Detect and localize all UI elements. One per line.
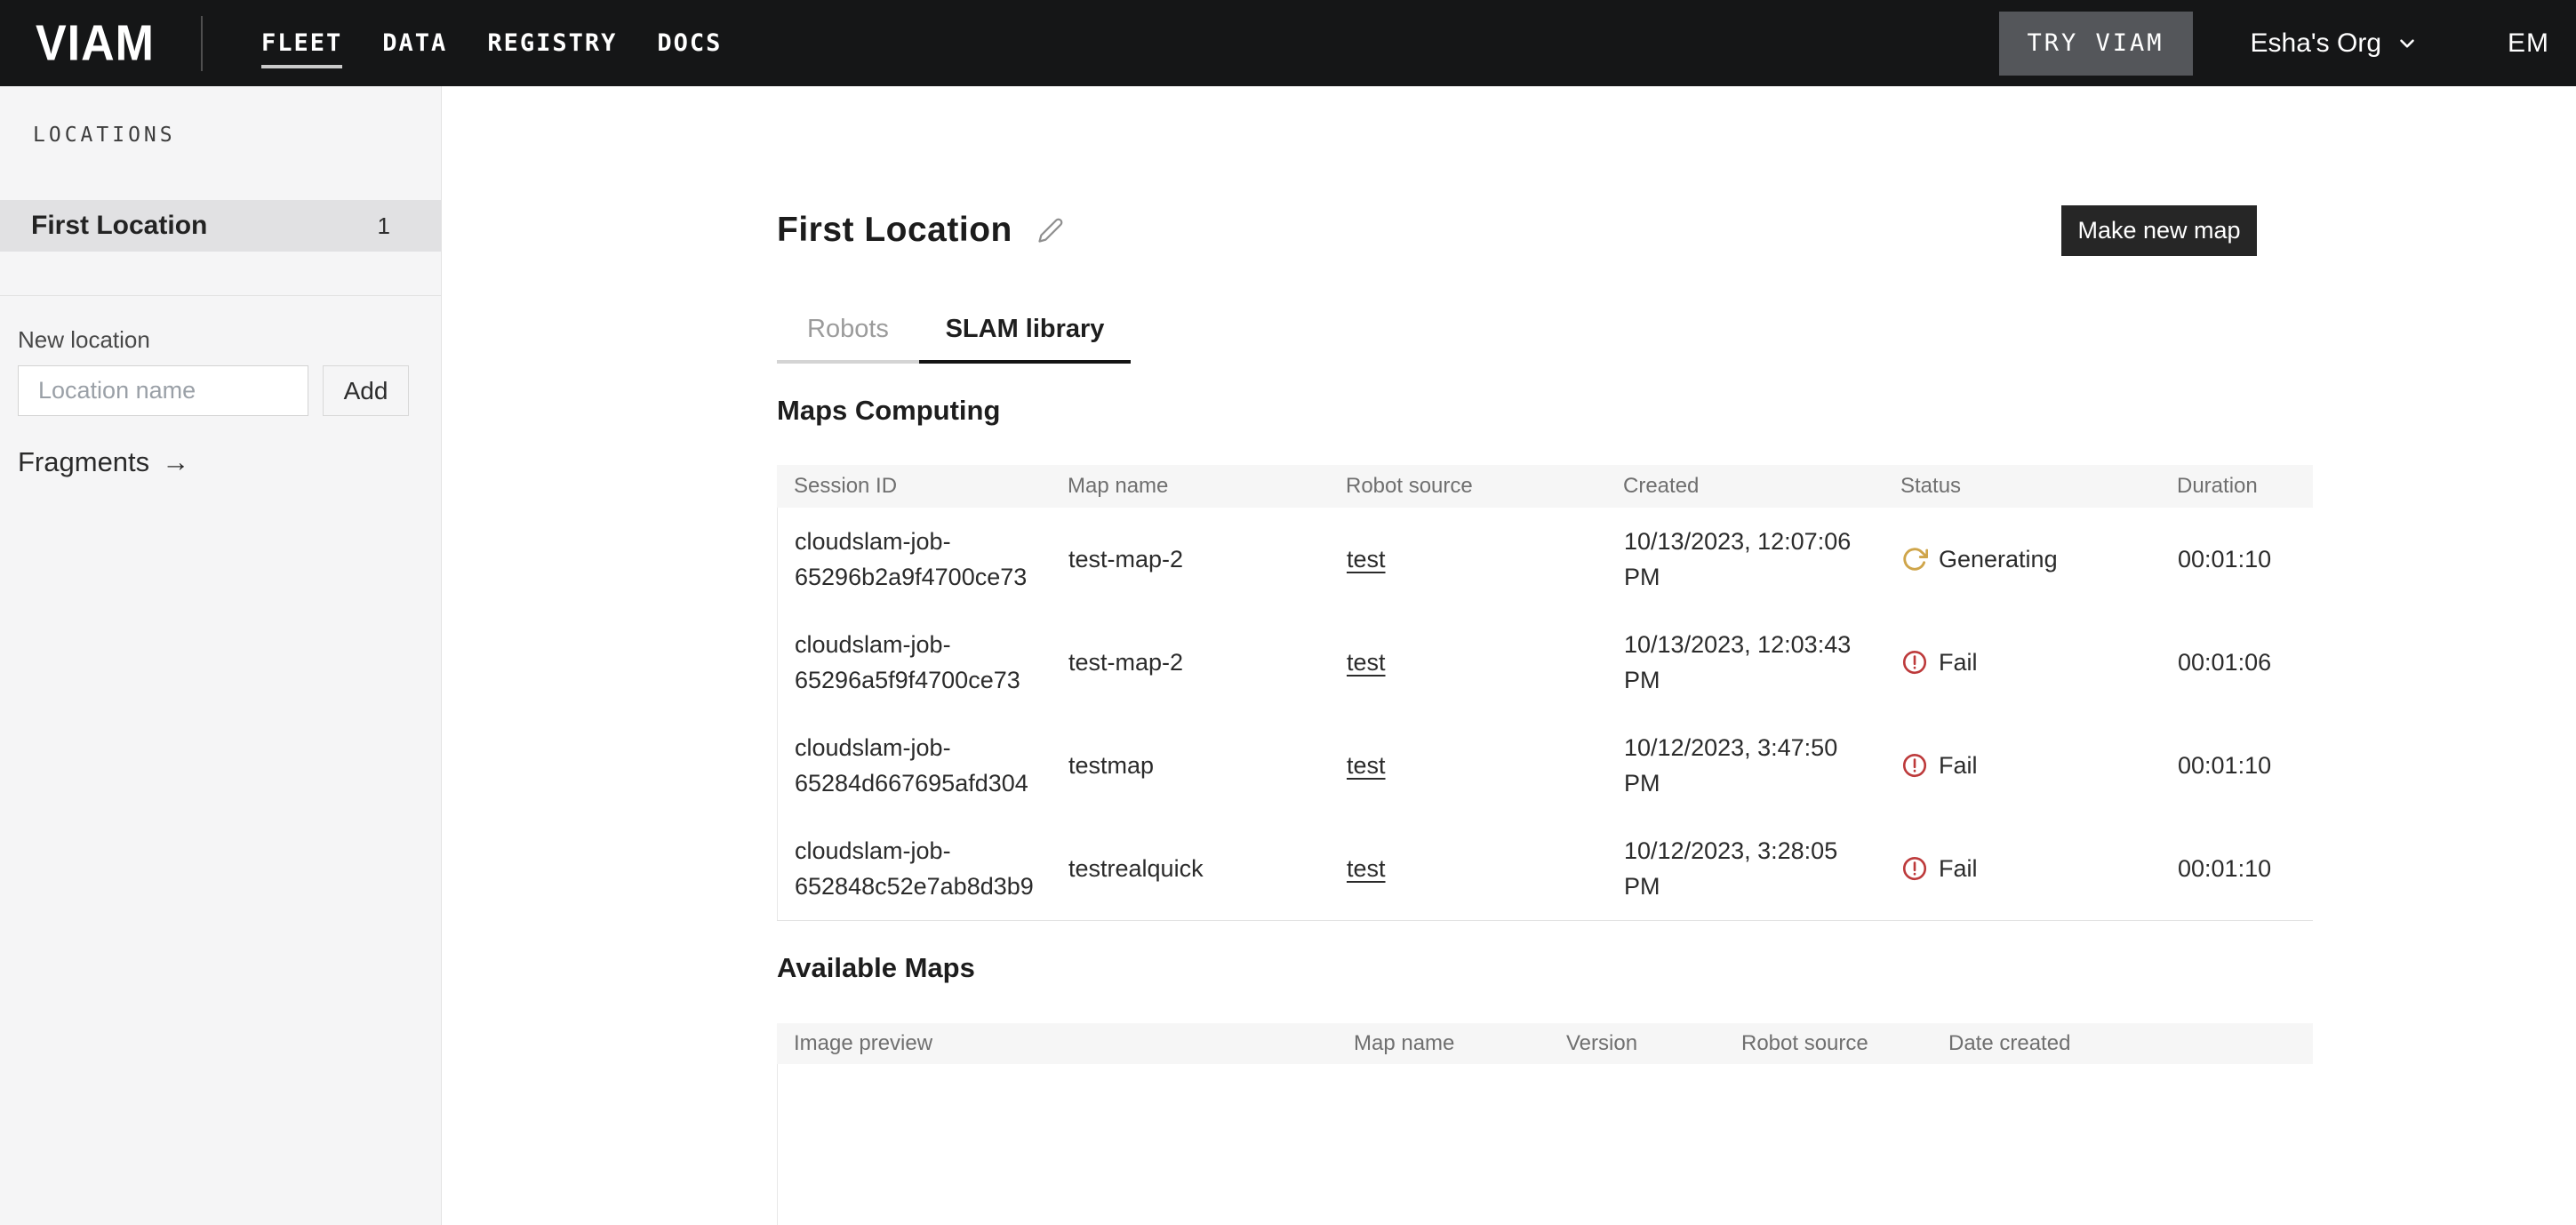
- nav-item-registry[interactable]: REGISTRY: [487, 0, 617, 86]
- status-cell: Fail: [1884, 752, 2161, 780]
- status-label: Fail: [1939, 752, 1978, 780]
- robot-source-link[interactable]: test: [1347, 855, 1386, 882]
- robot-source-cell: test: [1330, 752, 1607, 780]
- tab-slam-library[interactable]: SLAM library: [919, 315, 1131, 364]
- status-label: Generating: [1939, 546, 2058, 573]
- main-area: First Location Make new map Robots SLAM …: [442, 86, 2576, 1225]
- session-id-cell: cloudslam-job- 65296b2a9f4700ce73: [778, 524, 1052, 595]
- map-name-cell: test-map-2: [1052, 649, 1330, 677]
- fragments-label: Fragments: [18, 446, 149, 478]
- new-location-input[interactable]: [18, 365, 308, 416]
- robot-source-link[interactable]: test: [1347, 546, 1386, 572]
- primary-nav: FLEET DATA REGISTRY DOCS: [261, 0, 722, 86]
- org-switcher[interactable]: Esha's Org: [2251, 28, 2419, 59]
- topbar-right: TRY VIAM Esha's Org EM: [1999, 12, 2563, 76]
- add-location-button[interactable]: Add: [323, 365, 409, 416]
- available-maps-heading: Available Maps: [777, 952, 2313, 984]
- available-maps-table-body: [777, 1064, 2313, 1225]
- robot-source-cell: test: [1330, 855, 1607, 883]
- robot-source-link[interactable]: test: [1347, 649, 1386, 676]
- fragments-link[interactable]: Fragments →: [18, 446, 189, 478]
- col-duration: Duration: [2160, 474, 2313, 499]
- col-image-preview: Image preview: [777, 1031, 1337, 1056]
- status-cell: Fail: [1884, 649, 2161, 677]
- col-map-name: Map name: [1051, 474, 1329, 499]
- maps-computing-table-header: Session ID Map name Robot source Created…: [777, 465, 2313, 508]
- location-robot-count: 1: [378, 212, 390, 240]
- map-name-cell: testrealquick: [1052, 855, 1330, 883]
- map-name-cell: testmap: [1052, 752, 1330, 780]
- col-session-id: Session ID: [777, 474, 1051, 499]
- table-row: cloudslam-job- 65296b2a9f4700ce73 test-m…: [778, 508, 2313, 611]
- tab-robots[interactable]: Robots: [777, 315, 919, 364]
- table-row: cloudslam-job- 652848c52e7ab8d3b9 testre…: [778, 817, 2313, 920]
- robot-source-link[interactable]: test: [1347, 752, 1386, 779]
- sidebar-item-first-location[interactable]: First Location 1: [0, 200, 441, 252]
- app-body: LOCATIONS First Location 1 New location …: [0, 86, 2576, 1225]
- page-title: First Location: [777, 211, 1012, 250]
- duration-cell: 00:01:10: [2161, 546, 2314, 573]
- created-cell: 10/12/2023, 3:28:05 PM: [1607, 833, 1884, 904]
- try-viam-button[interactable]: TRY VIAM: [1999, 12, 2193, 76]
- location-name: First Location: [31, 211, 207, 241]
- session-id-cell: cloudslam-job- 652848c52e7ab8d3b9: [778, 833, 1052, 904]
- topbar: VIAM FLEET DATA REGISTRY DOCS TRY VIAM E…: [0, 0, 2576, 86]
- table-row: cloudslam-job- 65284d667695afd304 testma…: [778, 714, 2313, 817]
- generating-refresh-icon: [1901, 546, 1928, 572]
- tab-bar: Robots SLAM library: [777, 315, 2313, 364]
- nav-item-data[interactable]: DATA: [382, 0, 447, 86]
- fail-alert-icon: [1901, 855, 1928, 882]
- page-header: First Location Make new map: [777, 203, 2313, 258]
- viam-logo[interactable]: VIAM: [36, 18, 155, 68]
- col-version: Version: [1549, 1031, 1724, 1056]
- fail-alert-icon: [1901, 752, 1928, 779]
- org-name: Esha's Org: [2251, 28, 2381, 59]
- robot-source-cell: test: [1330, 546, 1607, 573]
- status-cell: Generating: [1884, 546, 2161, 573]
- available-maps-table-header: Image preview Map name Version Robot sou…: [777, 1023, 2313, 1064]
- created-cell: 10/13/2023, 12:07:06 PM: [1607, 524, 1884, 595]
- status-cell: Fail: [1884, 855, 2161, 883]
- user-avatar-initials[interactable]: EM: [2508, 28, 2549, 59]
- status-label: Fail: [1939, 649, 1978, 677]
- nav-item-docs[interactable]: DOCS: [657, 0, 722, 86]
- robot-source-cell: test: [1330, 649, 1607, 677]
- new-location-label: New location: [18, 326, 150, 354]
- maps-computing-table: Session ID Map name Robot source Created…: [777, 465, 2313, 921]
- session-id-cell: cloudslam-job- 65284d667695afd304: [778, 730, 1052, 801]
- duration-cell: 00:01:06: [2161, 649, 2314, 677]
- col-status: Status: [1884, 474, 2160, 499]
- created-cell: 10/13/2023, 12:03:43 PM: [1607, 627, 1884, 698]
- arrow-right-icon: →: [162, 446, 189, 478]
- topbar-divider: [201, 16, 203, 71]
- edit-pencil-icon[interactable]: [1037, 217, 1064, 244]
- map-name-cell: test-map-2: [1052, 546, 1330, 573]
- nav-item-fleet[interactable]: FLEET: [261, 0, 342, 86]
- created-cell: 10/12/2023, 3:47:50 PM: [1607, 730, 1884, 801]
- col-robot-source: Robot source: [1329, 474, 1606, 499]
- available-maps-table: Image preview Map name Version Robot sou…: [777, 1023, 2313, 1225]
- locations-heading: LOCATIONS: [33, 124, 176, 147]
- duration-cell: 00:01:10: [2161, 855, 2314, 883]
- col-map-name: Map name: [1337, 1031, 1549, 1056]
- col-created: Created: [1606, 474, 1884, 499]
- sidebar-divider: [0, 295, 441, 296]
- maps-computing-table-body: cloudslam-job- 65296b2a9f4700ce73 test-m…: [777, 508, 2313, 920]
- session-id-cell: cloudslam-job- 65296a5f9f4700ce73: [778, 627, 1052, 698]
- col-robot-source: Robot source: [1724, 1031, 1932, 1056]
- fail-alert-icon: [1901, 649, 1928, 676]
- duration-cell: 00:01:10: [2161, 752, 2314, 780]
- locations-sidebar: LOCATIONS First Location 1 New location …: [0, 86, 442, 1225]
- chevron-down-icon: [2396, 32, 2419, 55]
- col-date-created: Date created: [1932, 1031, 2313, 1056]
- make-new-map-button[interactable]: Make new map: [2061, 205, 2257, 256]
- maps-computing-heading: Maps Computing: [777, 395, 2313, 427]
- table-row: cloudslam-job- 65296a5f9f4700ce73 test-m…: [778, 611, 2313, 714]
- status-label: Fail: [1939, 855, 1978, 883]
